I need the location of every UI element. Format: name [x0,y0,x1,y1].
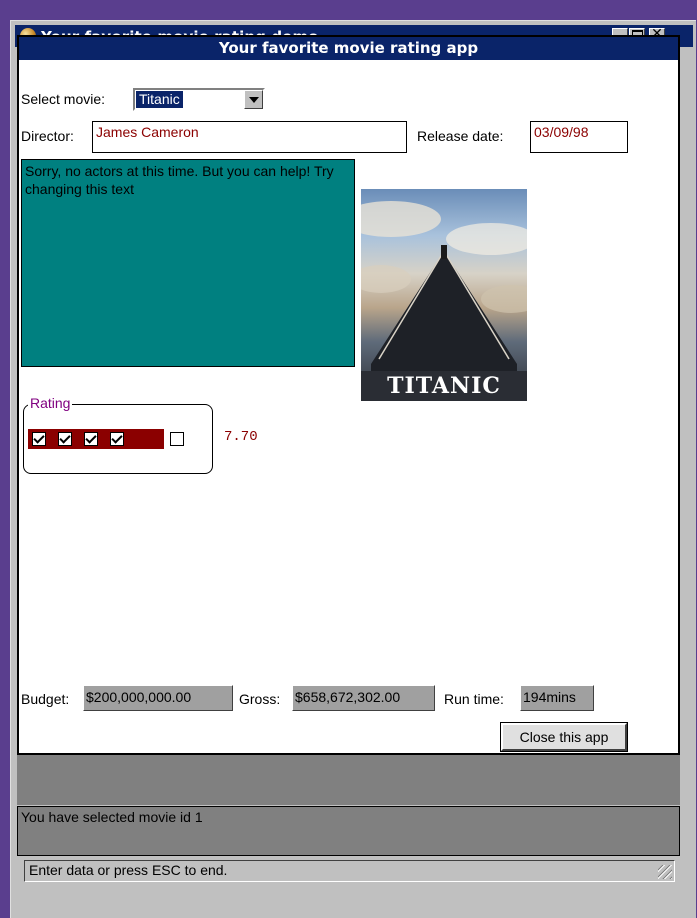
runtime-label: Run time: [444,691,504,707]
rating-value: 7.70 [224,429,258,445]
status-bar-text: Enter data or press ESC to end. [29,862,228,878]
budget-label: Budget: [21,691,70,707]
budget-field[interactable]: $200,000,000.00 [83,685,233,711]
rating-checkboxes [28,429,184,449]
rating-label: Rating [28,395,73,411]
empty-panel [17,755,680,805]
movie-select[interactable]: Titanic [133,88,265,111]
rating-checkbox-2[interactable] [58,432,72,446]
rating-checkbox-4[interactable] [110,432,124,446]
status-bar: Enter data or press ESC to end. [24,860,675,882]
runtime-field[interactable]: 194mins [520,685,594,711]
rating-group: Rating [23,395,213,474]
rating-checkbox-1[interactable] [32,432,46,446]
movie-poster: TITANIC [361,189,527,401]
director-label: Director: [21,128,74,144]
close-app-button[interactable]: Close this app [500,722,628,752]
poster-title: TITANIC [387,373,501,399]
actors-textarea[interactable]: Sorry, no actors at this time. But you c… [21,159,355,367]
app-header: Your favorite movie rating app [19,37,678,60]
resize-grip-icon[interactable] [658,865,672,879]
select-movie-label: Select movie: [21,91,106,107]
gross-field[interactable]: $658,672,302.00 [292,685,435,711]
release-date-label: Release date: [417,128,504,144]
selected-movie-value: Titanic [136,91,183,108]
rating-checkbox-3[interactable] [84,432,98,446]
poster-image [361,201,527,401]
dropdown-arrow-icon[interactable] [244,90,263,109]
app-client-area: Your favorite movie rating app Select mo… [17,35,680,755]
status-message: You have selected movie id 1 [17,806,680,856]
gross-label: Gross: [239,691,281,707]
director-field[interactable]: James Cameron [92,121,407,153]
rating-checkbox-5[interactable] [170,432,184,446]
release-date-field[interactable]: 03/09/98 [530,121,628,153]
